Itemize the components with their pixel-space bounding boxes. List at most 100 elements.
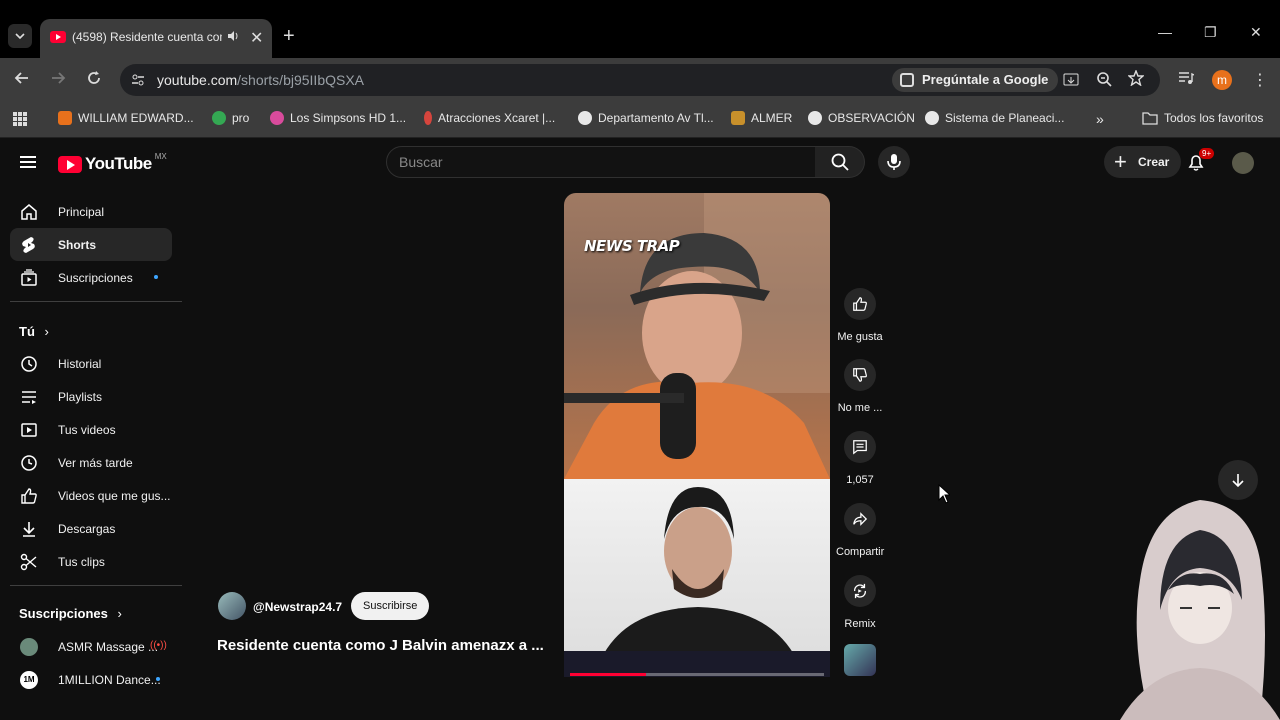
download-icon <box>23 522 35 537</box>
sidebar-item-videos-que-me-gustan[interactable]: Videos que me gus... <box>10 479 172 512</box>
video-progress-bar[interactable] <box>570 673 824 676</box>
shorts-video-player[interactable]: NEWS TRAP <box>564 193 830 677</box>
remix-button[interactable]: Remix <box>836 575 884 630</box>
ask-google-button[interactable]: Pregúntale a Google <box>892 68 1059 92</box>
bookmark-item[interactable]: OBSERVACIÓN <box>808 111 915 125</box>
bookmark-favicon-icon <box>424 111 432 125</box>
bookmark-item[interactable]: Atracciones Xcaret |... <box>424 111 555 125</box>
sidebar-item-descargas[interactable]: Descargas <box>10 512 172 545</box>
comment-count: 1,057 <box>846 474 874 486</box>
sidebar-item-suscripciones[interactable]: Suscripciones <box>10 261 172 294</box>
channel-name[interactable]: @Newstrap24.7 <box>253 600 342 614</box>
sidebar-item-tus-clips[interactable]: Tus clips <box>10 545 172 578</box>
video-title[interactable]: Residente cuenta como J Balvin amenazx a… <box>217 637 544 654</box>
live-icon: ((•)) <box>150 640 167 651</box>
watch-later-icon <box>21 455 37 471</box>
minimize-button[interactable]: — <box>1158 24 1172 40</box>
bookmarks-bar: WILLIAM EDWARD... pro Los Simpsons HD 1.… <box>0 102 1280 138</box>
profile-avatar[interactable]: m <box>1212 70 1232 90</box>
thumbs-up-icon <box>21 488 37 504</box>
sidebar-item-tus-videos[interactable]: Tus videos <box>10 413 172 446</box>
microphone-icon <box>887 154 901 170</box>
install-icon[interactable] <box>1062 71 1080 94</box>
bookmark-item[interactable]: WILLIAM EDWARD... <box>58 111 194 125</box>
menu-icon[interactable] <box>20 156 36 168</box>
remix-icon <box>853 583 867 599</box>
forward-icon[interactable] <box>50 70 66 91</box>
playlists-icon <box>22 391 36 404</box>
lens-icon <box>900 73 914 87</box>
address-bar[interactable]: youtube.com/shorts/bj95IIbQSXA Pregúntal… <box>120 64 1160 96</box>
chevron-right-icon: › <box>44 324 49 339</box>
share-button[interactable]: Compartir <box>836 503 884 558</box>
globe-icon <box>925 111 939 125</box>
search-button[interactable] <box>815 146 865 178</box>
bookmark-item[interactable]: pro <box>212 111 249 125</box>
sidebar-item-principal[interactable]: Principal <box>10 195 172 228</box>
like-button[interactable]: Me gusta <box>836 288 884 343</box>
subscription-item[interactable]: ASMR Massage ... ((•)) <box>10 630 172 663</box>
youtube-logo[interactable]: YouTube MX <box>58 152 167 174</box>
user-avatar[interactable] <box>1232 152 1254 174</box>
more-menu-icon[interactable]: ⋮ <box>1252 70 1268 90</box>
bookmark-item[interactable]: ALMER <box>731 111 792 125</box>
video-progress-fill <box>570 673 647 676</box>
sidebar-item-playlists[interactable]: Playlists <box>10 380 172 413</box>
plus-icon: + <box>1114 149 1127 174</box>
you-section-header[interactable]: Tú › <box>19 324 49 339</box>
chevron-right-icon: › <box>117 606 122 621</box>
subscribe-button[interactable]: Suscribirse <box>351 592 430 620</box>
new-tab-button[interactable]: + <box>283 26 295 46</box>
youtube-favicon-icon <box>50 31 66 43</box>
browser-tab-active[interactable]: (4598) Residente cuenta com ✕ <box>40 19 272 58</box>
tab-search-button[interactable] <box>8 24 32 48</box>
reload-icon[interactable] <box>86 70 102 91</box>
tab-title: (4598) Residente cuenta com <box>72 30 222 44</box>
thumbs-up-icon <box>853 297 867 311</box>
speaker-icon[interactable] <box>226 29 240 48</box>
bookmark-item[interactable]: Los Simpsons HD 1... <box>270 111 406 125</box>
browser-toolbar: youtube.com/shorts/bj95IIbQSXA Pregúntal… <box>0 58 1280 102</box>
close-tab-icon[interactable]: ✕ <box>250 28 263 48</box>
globe-icon <box>578 111 592 125</box>
create-button[interactable]: + Crear <box>1104 146 1182 178</box>
dislike-button[interactable]: No me ... <box>836 359 884 414</box>
bookmark-star-icon[interactable] <box>1127 69 1145 91</box>
more-bookmarks-icon[interactable]: » <box>1096 111 1104 127</box>
sidebar-item-ver-mas-tarde[interactable]: Ver más tarde <box>10 446 172 479</box>
share-icon <box>853 512 868 526</box>
video-overlay-text: NEWS TRAP <box>584 237 680 255</box>
bookmark-item[interactable]: Sistema de Planeaci... <box>925 111 1064 125</box>
subscriptions-icon <box>21 269 37 286</box>
search-input[interactable] <box>387 147 815 177</box>
all-bookmarks-folder[interactable]: Todos los favoritos <box>1142 111 1263 125</box>
divider <box>10 585 182 586</box>
comments-button[interactable]: 1,057 <box>836 431 884 486</box>
bookmark-item[interactable]: Departamento Av Tl... <box>578 111 714 125</box>
notification-badge: 9+ <box>1199 148 1215 159</box>
bookmark-favicon-icon <box>731 111 745 125</box>
subscriptions-section-header[interactable]: Suscripciones › <box>19 606 122 621</box>
restore-button[interactable]: ❐ <box>1204 24 1217 41</box>
apps-icon[interactable] <box>12 111 28 127</box>
sidebar-item-shorts[interactable]: Shorts <box>10 228 172 261</box>
audio-track-thumbnail[interactable] <box>844 644 876 676</box>
site-info-icon[interactable] <box>130 72 146 93</box>
video-frame-top: NEWS TRAP <box>564 193 830 479</box>
media-control-icon[interactable] <box>1178 70 1195 91</box>
sidebar: Principal Shorts Suscripciones Tú › Hist… <box>0 188 190 720</box>
zoom-icon[interactable] <box>1096 71 1112 92</box>
video-frame-bottom <box>564 479 830 677</box>
share-label: Compartir <box>836 546 885 558</box>
voice-search-button[interactable] <box>878 146 910 178</box>
your-videos-icon <box>21 423 37 437</box>
search-box <box>386 146 816 178</box>
channel-avatar: 1M <box>20 671 38 689</box>
speaker-illustration <box>564 193 830 479</box>
home-icon <box>21 204 37 220</box>
channel-avatar[interactable] <box>218 592 246 620</box>
close-window-button[interactable]: ✕ <box>1250 24 1262 41</box>
subscription-item[interactable]: 1M 1MILLION Dance... <box>10 663 172 696</box>
back-icon[interactable] <box>14 70 30 91</box>
sidebar-item-historial[interactable]: Historial <box>10 347 172 380</box>
